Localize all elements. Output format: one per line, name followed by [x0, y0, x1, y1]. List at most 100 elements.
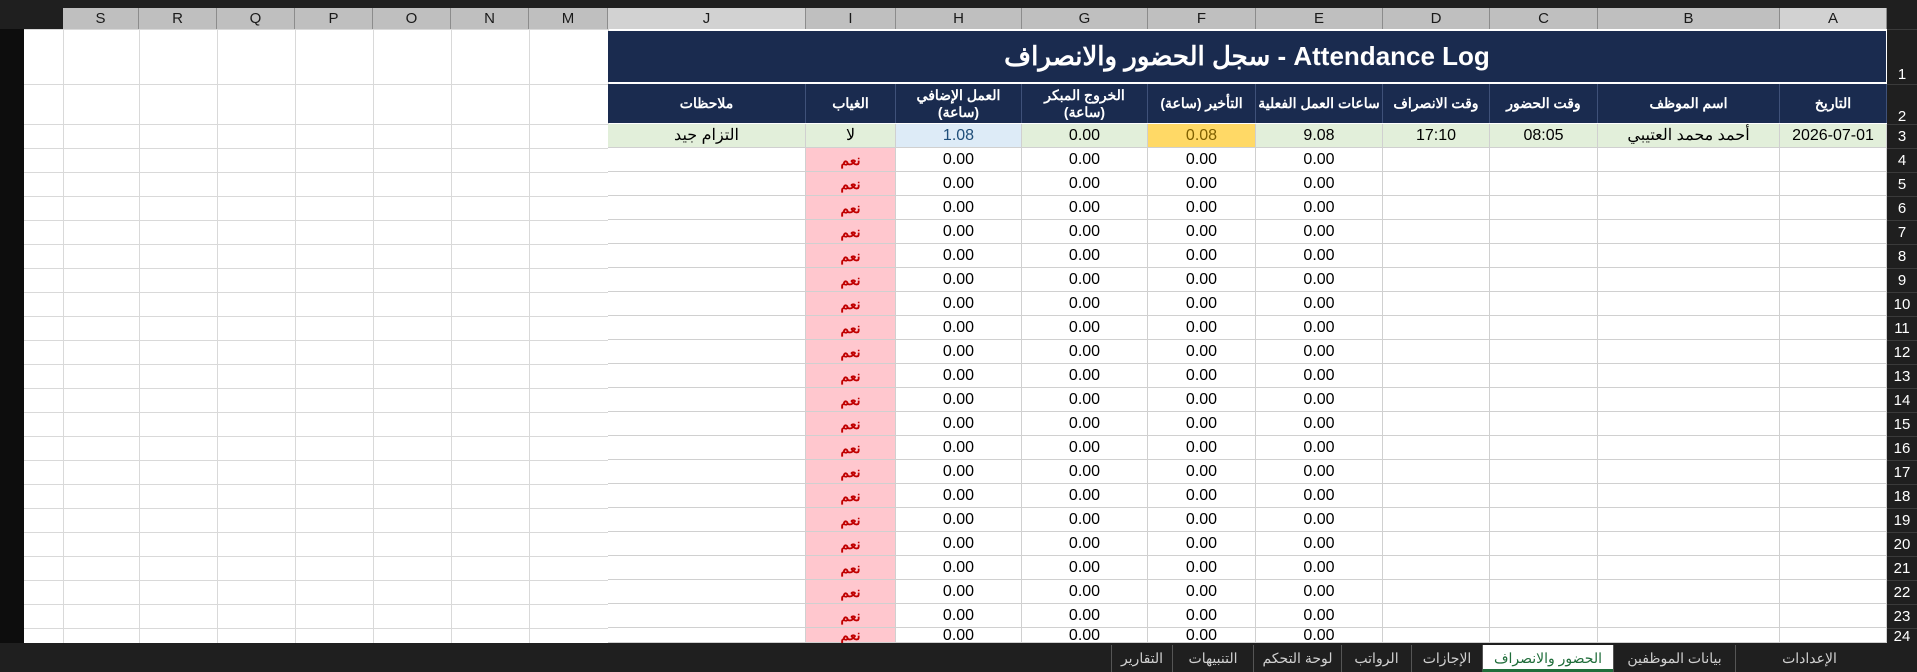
cell-absence-row24[interactable]: نعم	[806, 628, 896, 643]
cell-check-in-row12[interactable]	[1490, 340, 1598, 364]
row-header-12[interactable]: 12	[1887, 340, 1917, 364]
cell-early-leave-row21[interactable]: 0.00	[1022, 556, 1148, 580]
column-header-c[interactable]: C	[1490, 8, 1598, 29]
cell-notes-row14[interactable]	[608, 388, 806, 412]
column-header-h[interactable]: H	[896, 8, 1022, 29]
cell-check-out-row15[interactable]	[1383, 412, 1490, 436]
cell-check-in-row24[interactable]	[1490, 628, 1598, 643]
cell-early-leave-row10[interactable]: 0.00	[1022, 292, 1148, 316]
cell-employee-name-row5[interactable]	[1598, 172, 1780, 196]
cell-employee-name-row10[interactable]	[1598, 292, 1780, 316]
cell-overtime-row16[interactable]: 0.00	[896, 436, 1022, 460]
cell-worked-hours-row4[interactable]: 0.00	[1256, 148, 1383, 172]
column-header-i[interactable]: I	[806, 8, 896, 29]
row-header-21[interactable]: 21	[1887, 556, 1917, 580]
cell-absence-row4[interactable]: نعم	[806, 148, 896, 172]
sheet-tab-4[interactable]: الإجازات	[1411, 645, 1482, 672]
cell-check-in-row3[interactable]: 08:05	[1490, 124, 1598, 148]
row-header-15[interactable]: 15	[1887, 412, 1917, 436]
cell-notes-row16[interactable]	[608, 436, 806, 460]
cell-notes-row21[interactable]	[608, 556, 806, 580]
cell-worked-hours-row19[interactable]: 0.00	[1256, 508, 1383, 532]
cell-notes-row23[interactable]	[608, 604, 806, 628]
cell-early-leave-row5[interactable]: 0.00	[1022, 172, 1148, 196]
cell-early-leave-row23[interactable]: 0.00	[1022, 604, 1148, 628]
cell-overtime-row13[interactable]: 0.00	[896, 364, 1022, 388]
column-header-s[interactable]: S	[63, 8, 139, 29]
cell-worked-hours-row20[interactable]: 0.00	[1256, 532, 1383, 556]
cell-overtime-row5[interactable]: 0.00	[896, 172, 1022, 196]
cell-overtime-row11[interactable]: 0.00	[896, 316, 1022, 340]
cell-late-hours-row4[interactable]: 0.00	[1148, 148, 1256, 172]
row-header-13[interactable]: 13	[1887, 364, 1917, 388]
cell-check-out-row12[interactable]	[1383, 340, 1490, 364]
row-header-17[interactable]: 17	[1887, 460, 1917, 484]
header-d[interactable]: وقت الانصراف	[1383, 84, 1490, 123]
cell-employee-name-row20[interactable]	[1598, 532, 1780, 556]
row-header-4[interactable]: 4	[1887, 148, 1917, 172]
cell-absence-row8[interactable]: نعم	[806, 244, 896, 268]
cell-late-hours-row21[interactable]: 0.00	[1148, 556, 1256, 580]
cell-date-row4[interactable]	[1780, 148, 1887, 172]
cell-employee-name-row7[interactable]	[1598, 220, 1780, 244]
cell-check-in-row20[interactable]	[1490, 532, 1598, 556]
cell-late-hours-row12[interactable]: 0.00	[1148, 340, 1256, 364]
cell-overtime-row7[interactable]: 0.00	[896, 220, 1022, 244]
cell-worked-hours-row23[interactable]: 0.00	[1256, 604, 1383, 628]
cell-overtime-row15[interactable]: 0.00	[896, 412, 1022, 436]
cell-check-in-row22[interactable]	[1490, 580, 1598, 604]
cell-worked-hours-row9[interactable]: 0.00	[1256, 268, 1383, 292]
cell-notes-row5[interactable]	[608, 172, 806, 196]
cell-overtime-row4[interactable]: 0.00	[896, 148, 1022, 172]
cell-absence-row17[interactable]: نعم	[806, 460, 896, 484]
cell-early-leave-row8[interactable]: 0.00	[1022, 244, 1148, 268]
sheet-tab-3[interactable]: الحضور والانصراف	[1482, 645, 1613, 672]
cell-check-in-row10[interactable]	[1490, 292, 1598, 316]
header-h[interactable]: العمل الإضافي (ساعة)	[896, 84, 1022, 123]
cell-check-out-row4[interactable]	[1383, 148, 1490, 172]
sheet-tab-8[interactable]: التقارير	[1111, 645, 1172, 672]
cell-notes-row20[interactable]	[608, 532, 806, 556]
cell-worked-hours-row12[interactable]: 0.00	[1256, 340, 1383, 364]
cell-check-out-row10[interactable]	[1383, 292, 1490, 316]
cell-absence-row9[interactable]: نعم	[806, 268, 896, 292]
cell-late-hours-row10[interactable]: 0.00	[1148, 292, 1256, 316]
cell-check-in-row4[interactable]	[1490, 148, 1598, 172]
cell-overtime-row24[interactable]: 0.00	[896, 628, 1022, 644]
cell-employee-name-row24[interactable]	[1598, 628, 1780, 643]
cell-absence-row6[interactable]: نعم	[806, 196, 896, 220]
cell-late-hours-row15[interactable]: 0.00	[1148, 412, 1256, 436]
cell-absence-row14[interactable]: نعم	[806, 388, 896, 412]
cell-date-row24[interactable]	[1780, 628, 1887, 643]
header-a[interactable]: التاريخ	[1780, 84, 1887, 123]
cell-date-row10[interactable]	[1780, 292, 1887, 316]
cell-absence-row16[interactable]: نعم	[806, 436, 896, 460]
cell-check-out-row23[interactable]	[1383, 604, 1490, 628]
column-header-q[interactable]: Q	[217, 8, 295, 29]
cell-absence-row20[interactable]: نعم	[806, 532, 896, 556]
cell-date-row6[interactable]	[1780, 196, 1887, 220]
header-e[interactable]: ساعات العمل الفعلية	[1256, 84, 1383, 123]
column-header-o[interactable]: O	[373, 8, 451, 29]
column-header-j[interactable]: J	[608, 8, 806, 29]
cell-check-out-row11[interactable]	[1383, 316, 1490, 340]
cell-date-row17[interactable]	[1780, 460, 1887, 484]
cell-check-in-row23[interactable]	[1490, 604, 1598, 628]
cell-late-hours-row17[interactable]: 0.00	[1148, 460, 1256, 484]
cell-date-row7[interactable]	[1780, 220, 1887, 244]
row-header-9[interactable]: 9	[1887, 268, 1917, 292]
cell-notes-row11[interactable]	[608, 316, 806, 340]
cell-check-out-row19[interactable]	[1383, 508, 1490, 532]
cell-overtime-row20[interactable]: 0.00	[896, 532, 1022, 556]
sheet-tab-7[interactable]: التنبيهات	[1172, 645, 1253, 672]
cell-overtime-row3[interactable]: 1.08	[896, 124, 1022, 148]
cell-check-out-row7[interactable]	[1383, 220, 1490, 244]
cell-overtime-row6[interactable]: 0.00	[896, 196, 1022, 220]
cell-worked-hours-row18[interactable]: 0.00	[1256, 484, 1383, 508]
cell-employee-name-row22[interactable]	[1598, 580, 1780, 604]
cell-absence-row7[interactable]: نعم	[806, 220, 896, 244]
cell-late-hours-row7[interactable]: 0.00	[1148, 220, 1256, 244]
cell-overtime-row19[interactable]: 0.00	[896, 508, 1022, 532]
cell-early-leave-row7[interactable]: 0.00	[1022, 220, 1148, 244]
cell-check-in-row13[interactable]	[1490, 364, 1598, 388]
